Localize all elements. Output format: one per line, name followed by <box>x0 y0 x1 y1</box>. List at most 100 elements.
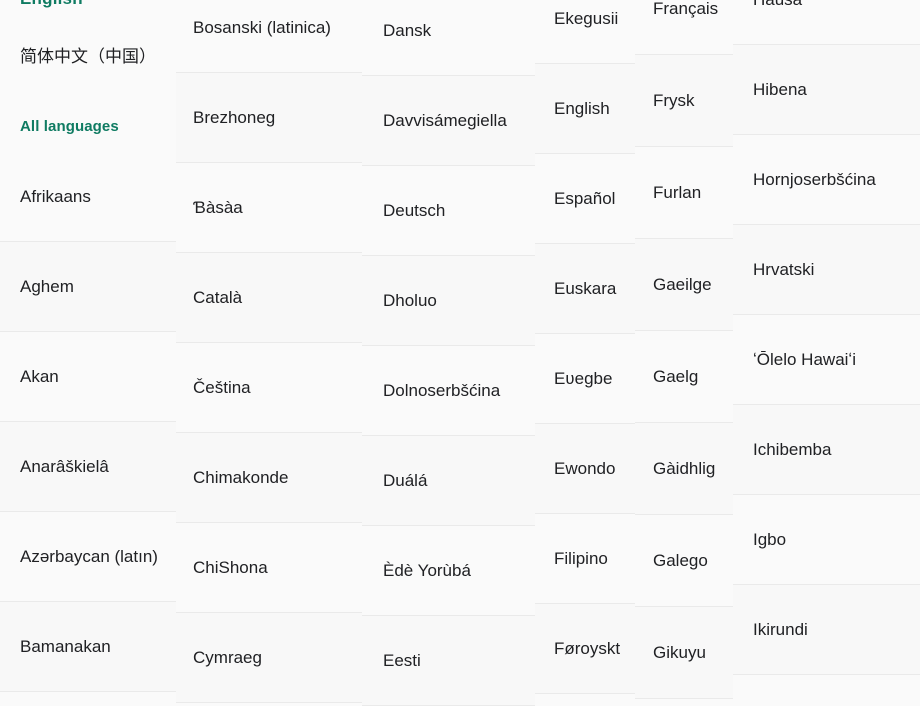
language-option[interactable]: Eesti <box>362 616 535 706</box>
language-column-1: Afrikaans Aghem Akan Anarâškielâ Azərbaycan … <box>0 152 176 692</box>
language-option[interactable]: Dolnoserbšćina <box>362 346 535 436</box>
language-option[interactable]: Furlan <box>635 147 733 239</box>
language-option[interactable]: English <box>535 64 635 154</box>
language-option-label: Hausa <box>753 0 802 11</box>
language-option[interactable]: Davvisámegiella <box>362 76 535 166</box>
language-option-label: Anarâškielâ <box>20 456 109 476</box>
language-option[interactable]: Èdè Yorùbá <box>362 526 535 616</box>
language-option[interactable]: ʻŌlelo Hawaiʻi <box>733 315 920 405</box>
language-option-label: Ewondo <box>554 458 616 478</box>
language-option-label: Hornjoserbšćina <box>753 169 876 189</box>
language-option[interactable]: Akan <box>0 332 176 422</box>
language-option-label: Dolnoserbšćina <box>383 380 501 400</box>
language-option[interactable]: Gàidhlig <box>635 423 733 515</box>
language-option[interactable]: Ewondo <box>535 424 635 514</box>
language-option[interactable]: Ichibemba <box>733 405 920 495</box>
language-option-label: Ichibemba <box>753 439 832 459</box>
language-option-label: ChiShona <box>193 557 268 577</box>
selected-locale-label: 简体中文（中国） <box>20 47 156 66</box>
language-option-label: Gàidhlig <box>653 458 716 478</box>
language-option[interactable]: Čeština <box>176 343 362 433</box>
all-languages-link[interactable]: All languages <box>20 116 119 138</box>
language-column-6: Hausa Hibena Hornjoserbšćina Hrvatski ʻŌlelo… <box>733 0 920 675</box>
language-option-label: English <box>554 98 610 118</box>
language-option[interactable]: Eʋegbe <box>535 334 635 424</box>
language-option[interactable]: Bamanakan <box>0 602 176 692</box>
language-option-label: ʻŌlelo Hawaiʻi <box>753 349 856 369</box>
language-option-label: Bosanski (latinica) <box>193 17 331 37</box>
language-option-label: Frysk <box>653 90 695 110</box>
language-option[interactable]: Hausa <box>733 0 920 45</box>
language-option[interactable]: Gaeilge <box>635 239 733 331</box>
language-option-label: Furlan <box>653 182 702 202</box>
language-option-label: Français <box>653 0 719 18</box>
language-option[interactable]: Ikirundi <box>733 585 920 675</box>
language-option[interactable]: Hornjoserbšćina <box>733 135 920 225</box>
language-option-label: Gikuyu <box>653 642 706 662</box>
language-column-2: Bosanski (latinica) Brezhoneg Ɓàsàa Català Č… <box>176 0 362 703</box>
language-option[interactable]: Deutsch <box>362 166 535 256</box>
language-option-label: Èdè Yorùbá <box>383 560 471 580</box>
language-option[interactable]: Duálá <box>362 436 535 526</box>
language-option[interactable]: Cymraeg <box>176 613 362 703</box>
language-option[interactable]: Azərbaycan (latın) <box>0 512 176 602</box>
language-option-label: Dholuo <box>383 290 437 310</box>
language-option-label: Føroyskt <box>554 638 621 658</box>
language-option[interactable]: ChiShona <box>176 523 362 613</box>
language-option[interactable]: Ekegusii <box>535 0 635 64</box>
language-option[interactable]: Français <box>635 0 733 55</box>
language-option-label: Dansk <box>383 20 432 40</box>
language-option-label: Chimakonde <box>193 467 289 487</box>
language-option-label: Hibena <box>753 79 807 99</box>
language-column-3: Dansk Davvisámegiella Deutsch Dholuo Dolnose… <box>362 0 535 706</box>
language-option[interactable]: Dansk <box>362 0 535 76</box>
language-option-label: Cymraeg <box>193 647 262 667</box>
language-option[interactable]: Gaelg <box>635 331 733 423</box>
language-option[interactable]: Español <box>535 154 635 244</box>
language-option-label: Euskara <box>554 278 617 298</box>
language-option-label: Hrvatski <box>753 259 815 279</box>
language-option[interactable]: Bosanski (latinica) <box>176 0 362 73</box>
language-option-label: Duálá <box>383 470 428 490</box>
language-option-label: Ikirundi <box>753 619 808 639</box>
language-option[interactable]: Gikuyu <box>635 607 733 699</box>
language-option-label: Ɓàsàa <box>193 197 243 217</box>
language-option-label: Español <box>554 188 616 208</box>
language-option[interactable]: Filipino <box>535 514 635 604</box>
language-option[interactable]: Frysk <box>635 55 733 147</box>
language-option-label: Filipino <box>554 548 608 568</box>
language-option-label: Deutsch <box>383 200 446 220</box>
language-option-label: Davvisámegiella <box>383 110 507 130</box>
language-option-label: Afrikaans <box>20 186 91 206</box>
language-option[interactable]: Hrvatski <box>733 225 920 315</box>
language-option[interactable]: Ɓàsàa <box>176 163 362 253</box>
language-option-label: Eʋegbe <box>554 368 613 388</box>
language-option[interactable]: Català <box>176 253 362 343</box>
language-option-label: Eesti <box>383 650 421 670</box>
language-option[interactable]: Euskara <box>535 244 635 334</box>
language-option-label: Azərbaycan (latın) <box>20 546 158 566</box>
language-option[interactable]: Brezhoneg <box>176 73 362 163</box>
language-option[interactable]: Føroyskt <box>535 604 635 694</box>
language-column-4: Ekegusii English Español Euskara Eʋegbe Ewond… <box>535 0 635 694</box>
language-option[interactable]: Dholuo <box>362 256 535 346</box>
language-option-label: Gaeilge <box>653 274 712 294</box>
language-option[interactable]: Anarâškielâ <box>0 422 176 512</box>
language-option[interactable]: Afrikaans <box>0 152 176 242</box>
language-option-label: Català <box>193 287 243 307</box>
language-option-label: Bamanakan <box>20 636 111 656</box>
language-option[interactable]: Igbo <box>733 495 920 585</box>
language-option[interactable]: Hibena <box>733 45 920 135</box>
language-option-label: Akan <box>20 366 59 386</box>
language-option-label: Gaelg <box>653 366 699 386</box>
language-option-label: Galego <box>653 550 708 570</box>
current-language-link[interactable]: English <box>20 0 83 10</box>
language-column-5: Français Frysk Furlan Gaeilge Gaelg Gàidhlig G… <box>635 0 733 699</box>
language-option[interactable]: Aghem <box>0 242 176 332</box>
language-option[interactable]: Chimakonde <box>176 433 362 523</box>
language-option-label: Igbo <box>753 529 787 549</box>
language-option-label: Čeština <box>193 377 251 397</box>
language-option-label: Brezhoneg <box>193 107 276 127</box>
language-option[interactable]: Galego <box>635 515 733 607</box>
language-option-label: Ekegusii <box>554 8 619 28</box>
